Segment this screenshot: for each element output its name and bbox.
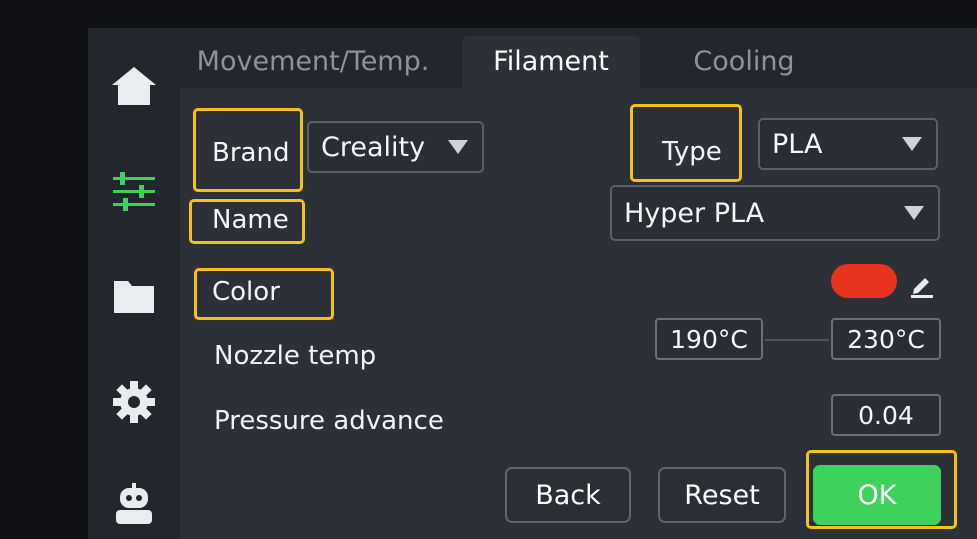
type-value: PLA: [772, 128, 823, 160]
brand-dropdown[interactable]: Creality: [307, 121, 484, 173]
sidebar-item-assistant[interactable]: [108, 478, 160, 530]
home-icon: [112, 67, 156, 105]
pressure-advance-label: Pressure advance: [214, 406, 444, 436]
sidebar-item-files[interactable]: [108, 270, 160, 322]
sidebar-item-home[interactable]: [108, 60, 160, 112]
color-label: Color: [212, 277, 280, 307]
type-label: Type: [662, 137, 722, 167]
sliders-icon: [113, 172, 155, 211]
name-dropdown[interactable]: Hyper PLA: [610, 185, 940, 241]
back-button[interactable]: Back: [505, 467, 631, 523]
sidebar-item-settings-sliders[interactable]: [108, 166, 160, 218]
name-label: Name: [212, 205, 289, 235]
nozzle-temp-label: Nozzle temp: [214, 341, 377, 371]
ok-button[interactable]: OK: [813, 465, 941, 525]
tab-filament[interactable]: Filament: [462, 36, 640, 88]
name-value: Hyper PLA: [624, 197, 765, 229]
pressure-advance-field[interactable]: 0.04: [831, 394, 941, 436]
chevron-down-icon: [904, 206, 924, 220]
chevron-down-icon: [902, 137, 922, 151]
color-swatch[interactable]: [831, 264, 897, 298]
reset-button[interactable]: Reset: [658, 467, 786, 523]
type-dropdown[interactable]: PLA: [758, 118, 938, 170]
nozzle-temp-max-field[interactable]: 230°C: [831, 318, 941, 360]
robot-icon: [116, 483, 152, 524]
nozzle-temp-min-field[interactable]: 190°C: [655, 318, 763, 360]
gear-icon: [113, 381, 155, 423]
range-connector: [765, 339, 829, 341]
tab-cooling[interactable]: Cooling: [664, 36, 824, 88]
brand-value: Creality: [321, 131, 426, 163]
tab-movement-temp[interactable]: Movement/Temp.: [188, 36, 438, 88]
sidebar-item-system[interactable]: [108, 376, 160, 428]
folder-icon: [114, 281, 154, 313]
brand-label: Brand: [212, 138, 290, 168]
edit-pencil-icon[interactable]: [908, 271, 936, 299]
chevron-down-icon: [448, 140, 468, 154]
